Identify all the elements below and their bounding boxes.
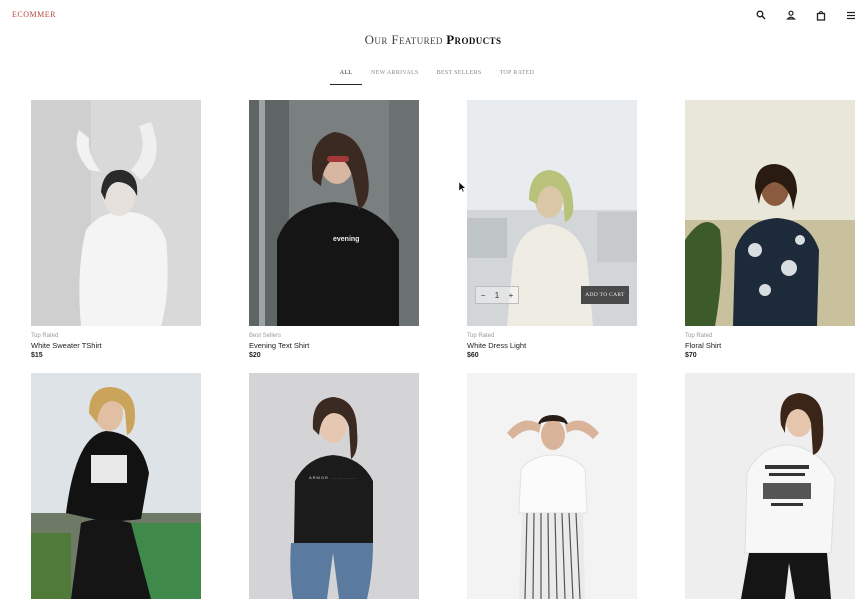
product-card[interactable]: Top Rated Floral Shirt $70 bbox=[685, 100, 855, 361]
product-price: $15 bbox=[31, 352, 43, 359]
product-image-printed-white-tee[interactable] bbox=[685, 373, 855, 599]
product-category: Top Rated bbox=[467, 333, 495, 339]
product-price: $70 bbox=[685, 352, 697, 359]
decrease-quantity-button[interactable]: − bbox=[481, 291, 486, 300]
search-icon[interactable] bbox=[746, 7, 776, 23]
bag-icon[interactable] bbox=[806, 7, 836, 23]
header-icons bbox=[746, 7, 866, 23]
tab-best-sellers[interactable]: BEST SELLERS bbox=[428, 68, 491, 88]
product-image-black-tee[interactable]: ARMOR ............ bbox=[249, 373, 419, 599]
product-image-white-sweater[interactable] bbox=[31, 100, 201, 326]
svg-text:ARMOR ............: ARMOR ............ bbox=[309, 475, 356, 480]
mouse-pointer-icon bbox=[458, 177, 467, 196]
product-filter-tabs: ALL NEW ARRIVALS BEST SELLERS TOP RATED bbox=[330, 68, 543, 88]
product-category: Top Rated bbox=[31, 333, 59, 339]
product-image-evening-shirt[interactable]: evening bbox=[249, 100, 419, 326]
tab-all[interactable]: ALL bbox=[330, 68, 362, 88]
product-image-graphic-tee[interactable] bbox=[31, 373, 201, 599]
top-navigation-bar: ECOMMER bbox=[0, 0, 866, 30]
product-price: $60 bbox=[467, 352, 479, 359]
product-card[interactable] bbox=[31, 373, 201, 605]
product-image-floral-shirt[interactable] bbox=[685, 100, 855, 326]
increase-quantity-button[interactable]: + bbox=[509, 291, 514, 300]
product-card[interactable] bbox=[467, 373, 637, 605]
product-price: $20 bbox=[249, 352, 261, 359]
product-card[interactable] bbox=[685, 373, 855, 605]
tab-top-rated[interactable]: TOP RATED bbox=[491, 68, 544, 88]
product-name[interactable]: Evening Text Shirt bbox=[249, 341, 419, 351]
menu-icon[interactable] bbox=[836, 7, 866, 23]
product-category: Top Rated bbox=[685, 333, 713, 339]
add-to-cart-button[interactable]: ADD TO CART bbox=[581, 286, 629, 304]
product-name[interactable]: Floral Shirt bbox=[685, 341, 855, 351]
brand-logo[interactable]: ECOMMER bbox=[12, 10, 56, 19]
heading-bold-text: Products bbox=[446, 32, 502, 47]
product-card[interactable]: Top Rated White Sweater TShirt $15 bbox=[31, 100, 201, 361]
section-heading: Our Featured Products bbox=[0, 32, 866, 48]
product-card[interactable]: ARMOR ............ bbox=[249, 373, 419, 605]
product-image-white-dress[interactable]: − 1 + ADD TO CART bbox=[467, 100, 637, 326]
svg-text:evening: evening bbox=[333, 236, 359, 243]
product-card[interactable]: evening Best Sellers Evening Text Shirt … bbox=[249, 100, 419, 361]
heading-light-text: Our Featured bbox=[364, 32, 443, 47]
product-name[interactable]: White Sweater TShirt bbox=[31, 341, 201, 351]
tab-new-arrivals[interactable]: NEW ARRIVALS bbox=[362, 68, 428, 88]
quantity-stepper[interactable]: − 1 + bbox=[475, 286, 519, 304]
product-name[interactable]: White Dress Light bbox=[467, 341, 637, 351]
product-card[interactable]: − 1 + ADD TO CART Top Rated White Dress … bbox=[467, 100, 637, 361]
user-icon[interactable] bbox=[776, 7, 806, 23]
product-category: Best Sellers bbox=[249, 333, 282, 339]
quantity-value: 1 bbox=[494, 290, 500, 300]
product-image-striped-pants[interactable] bbox=[467, 373, 637, 599]
